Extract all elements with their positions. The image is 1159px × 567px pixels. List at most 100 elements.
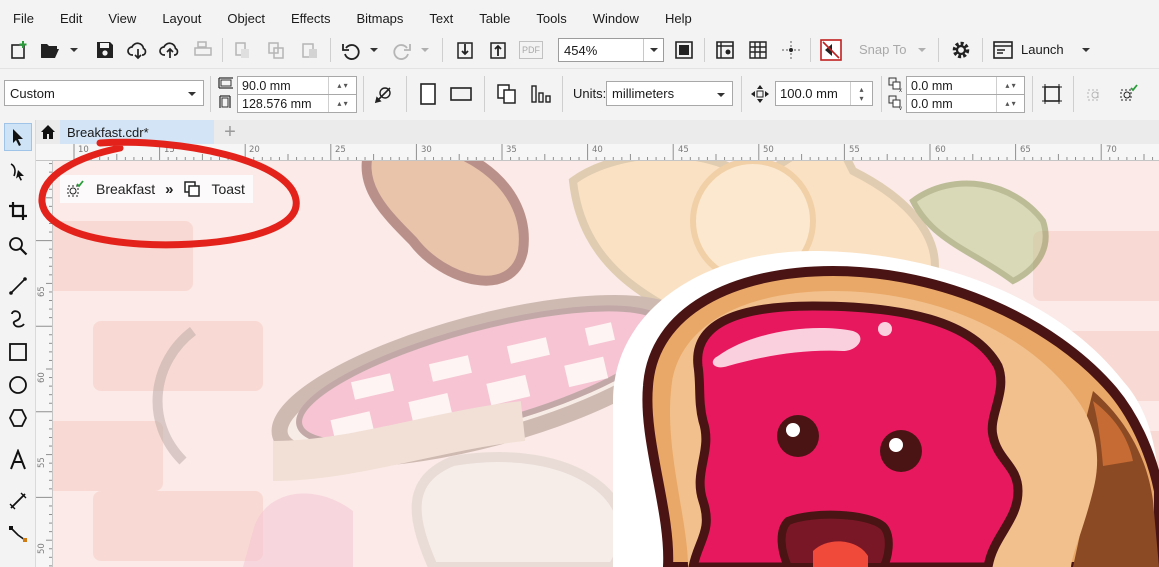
cloud-upload-button[interactable] xyxy=(157,32,183,68)
shape-tool[interactable] xyxy=(4,157,32,185)
launch-label[interactable]: Launch xyxy=(1021,42,1064,57)
nudge-spinner[interactable]: ▴ ▾ xyxy=(850,82,872,105)
hexagon-icon xyxy=(8,409,28,427)
chevron-down-icon xyxy=(370,48,378,52)
rectangle-tool[interactable] xyxy=(4,338,32,366)
duplicate-y-field[interactable]: 0.0 mm ▴ ▾ xyxy=(906,94,1025,113)
snap-to-dropdown[interactable] xyxy=(915,32,929,68)
page-border-icon xyxy=(1042,84,1062,104)
chevron-down-icon[interactable] xyxy=(643,39,663,61)
gear-icon xyxy=(952,41,970,59)
undo-button[interactable] xyxy=(338,32,364,68)
connector-tool[interactable] xyxy=(4,520,32,548)
width-spinner[interactable]: ▴ ▾ xyxy=(328,77,356,94)
crop-tool[interactable] xyxy=(4,197,32,225)
toolbar-separator xyxy=(406,76,407,112)
height-spinner[interactable]: ▴ ▾ xyxy=(328,95,356,112)
menu-tools[interactable]: Tools xyxy=(523,11,566,26)
duplicate-x-spinner[interactable]: ▴ ▾ xyxy=(996,77,1024,94)
text-tool[interactable] xyxy=(4,446,32,474)
menu-object[interactable]: Object xyxy=(214,11,265,26)
open-dropdown[interactable] xyxy=(67,32,81,68)
save-button[interactable] xyxy=(92,32,118,68)
toast-illustration xyxy=(53,161,1159,567)
units-select[interactable]: millimeters xyxy=(606,81,733,106)
breadcrumb-item-breakfast[interactable]: Breakfast xyxy=(66,180,155,198)
treat-as-filled-button[interactable] xyxy=(1083,76,1109,112)
nudge-distance-field[interactable]: 100.0 mm ▴ ▾ xyxy=(775,81,873,106)
zoom-tool[interactable] xyxy=(4,232,32,260)
page-size-preset-select[interactable]: Custom xyxy=(4,80,204,106)
current-page-button[interactable] xyxy=(528,76,554,112)
all-pages-button[interactable] xyxy=(494,76,520,112)
undo-dropdown[interactable] xyxy=(367,32,381,68)
menu-edit[interactable]: Edit xyxy=(47,11,82,26)
artistic-media-tool[interactable] xyxy=(4,305,32,333)
snap-to-label[interactable]: Snap To xyxy=(859,42,906,57)
home-tab[interactable] xyxy=(36,120,60,144)
page-width-field[interactable]: 90.0 mm ▴ ▾ xyxy=(237,76,357,95)
page-height-field[interactable]: 128.576 mm ▴ ▾ xyxy=(237,94,357,113)
zoom-level-combo[interactable]: 454% xyxy=(558,38,664,62)
new-tab-button[interactable]: + xyxy=(218,120,242,144)
document-tab[interactable]: Breakfast.cdr* xyxy=(60,120,214,144)
menu-bar: File Edit View Layout Object Effects Bit… xyxy=(0,0,1159,36)
toolbar-separator xyxy=(982,38,983,62)
document-tab-bar: Breakfast.cdr* + xyxy=(36,120,1159,144)
brush-curve-icon xyxy=(11,310,25,328)
freehand-tool[interactable] xyxy=(4,272,32,300)
import-icon xyxy=(457,42,473,59)
menu-text[interactable]: Text xyxy=(416,11,453,26)
pick-tool[interactable] xyxy=(4,123,32,151)
ellipse-tool[interactable] xyxy=(4,371,32,399)
document-tab-label: Breakfast.cdr* xyxy=(67,124,149,140)
duplicate-y-value: 0.0 mm xyxy=(911,96,953,111)
zoom-to-page-button[interactable] xyxy=(671,32,697,68)
menu-view[interactable]: View xyxy=(95,11,136,26)
menu-effects[interactable]: Effects xyxy=(278,11,331,26)
redo-button[interactable] xyxy=(389,32,415,68)
menu-bitmaps[interactable]: Bitmaps xyxy=(343,11,403,26)
show-rulers-button[interactable] xyxy=(712,32,738,68)
page-dimension-button[interactable] xyxy=(370,76,398,112)
print-button[interactable] xyxy=(190,32,216,68)
redo-dropdown[interactable] xyxy=(418,32,432,68)
menu-table[interactable]: Table xyxy=(466,11,510,26)
drawing-canvas[interactable] xyxy=(53,161,1159,567)
menu-help[interactable]: Help xyxy=(652,11,692,26)
export-button[interactable] xyxy=(485,32,511,68)
vertical-ruler[interactable]: 65 60 55 50 xyxy=(36,161,53,567)
landscape-button[interactable] xyxy=(448,76,474,112)
show-guidelines-button[interactable] xyxy=(778,32,804,68)
duplicate-y-spinner[interactable]: ▴ ▾ xyxy=(996,95,1024,112)
page-border-button[interactable] xyxy=(1038,76,1066,112)
svg-text:y: y xyxy=(899,106,902,110)
new-document-button[interactable] xyxy=(6,32,32,68)
horizontal-ruler[interactable]: 10 15 20 25 30 35 40 45 50 55 60 65 70 xyxy=(36,144,1159,161)
launch-icon-button[interactable] xyxy=(991,32,1015,68)
duplicate-x-field[interactable]: 0.0 mm ▴ ▾ xyxy=(906,76,1025,95)
menu-layout[interactable]: Layout xyxy=(149,11,201,26)
show-grid-button[interactable] xyxy=(745,32,771,68)
options-button[interactable] xyxy=(947,32,975,68)
import-button[interactable] xyxy=(452,32,478,68)
breadcrumb-item-toast[interactable]: Toast xyxy=(183,180,245,198)
ruler-label: 60 xyxy=(37,372,47,383)
toolbar-separator xyxy=(881,76,882,112)
polygon-tool[interactable] xyxy=(4,404,32,432)
launch-dropdown[interactable] xyxy=(1078,32,1094,68)
menu-file[interactable]: File xyxy=(0,11,34,26)
cut-button[interactable] xyxy=(229,32,255,68)
portrait-button[interactable] xyxy=(415,76,441,112)
open-button[interactable] xyxy=(37,32,63,68)
cloud-download-button[interactable] xyxy=(125,32,151,68)
menu-window[interactable]: Window xyxy=(580,11,639,26)
paste-button[interactable] xyxy=(297,32,323,68)
snap-off-button[interactable] xyxy=(817,32,845,68)
copy-button[interactable] xyxy=(263,32,289,68)
toolbar-separator xyxy=(1032,76,1033,112)
publish-pdf-button[interactable]: PDF xyxy=(517,32,545,68)
show-object-names-button[interactable] xyxy=(1116,76,1142,112)
toolbar-separator xyxy=(363,76,364,112)
parallel-dimension-tool[interactable] xyxy=(4,487,32,515)
